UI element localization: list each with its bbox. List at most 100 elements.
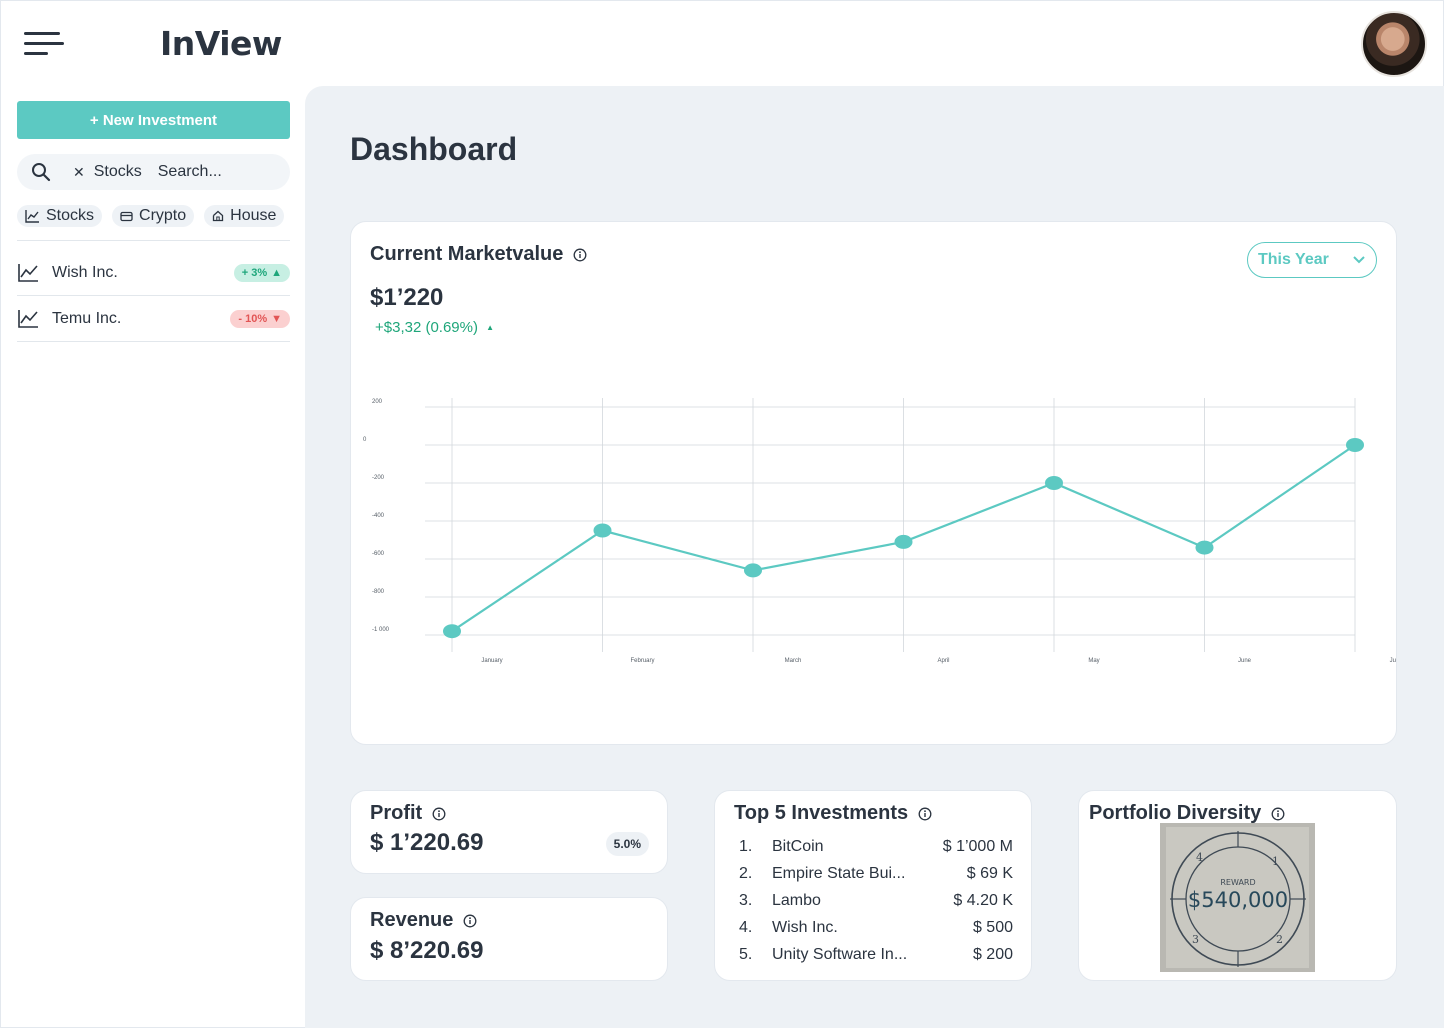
sidebar-item-label: Wish Inc.: [52, 264, 118, 281]
x-tick-label: May: [1088, 658, 1099, 664]
y-tick-label: -800: [372, 589, 385, 595]
investment-name: Wish Inc.: [772, 918, 838, 936]
marker-2: 2: [1276, 933, 1283, 946]
chart-line-icon: [18, 310, 38, 328]
badge-text: + 3%: [241, 267, 268, 279]
sidebar-item-wish[interactable]: Wish Inc. + 3% ▲: [17, 250, 290, 296]
trend-badge: - 10% ▼: [230, 310, 290, 328]
filter-label: Stocks: [46, 207, 95, 224]
card-title: Revenue: [370, 909, 454, 931]
filter-house[interactable]: House: [204, 205, 285, 227]
investment-amount: $ 4.20 K: [953, 891, 1013, 909]
revenue-card: Revenue $ 8’220.69: [350, 897, 668, 981]
rank: 4.: [739, 918, 753, 936]
remove-chip-icon[interactable]: ✕: [73, 164, 85, 181]
list-item[interactable]: 2. Empire State Bui... $ 69 K: [739, 860, 1013, 887]
investment-amount: $ 500: [972, 918, 1013, 936]
card-icon: [120, 211, 133, 221]
investment-name: Empire State Bui...: [772, 864, 906, 882]
card-title: Profit: [370, 802, 423, 824]
search-chip-label: Stocks: [93, 163, 142, 180]
info-icon[interactable]: [463, 914, 477, 928]
top-investments-list: 1. BitCoin $ 1’000 M 2. Empire State Bui…: [739, 833, 1013, 968]
market-chart: 200 0 -200 -400 -600 -800 -1 000 January Februar…: [363, 398, 1396, 664]
x-tick-label: January: [481, 658, 502, 664]
filter-chips: Stocks Crypto House: [17, 205, 285, 227]
marker-3: 3: [1192, 933, 1199, 946]
x-tick-label: February: [630, 658, 654, 664]
investment-name: Lambo: [772, 891, 821, 909]
data-point: [593, 523, 612, 538]
house-icon: [212, 210, 224, 222]
x-tick-label: March: [785, 658, 802, 664]
divider: [17, 341, 290, 342]
y-tick-label: -600: [372, 551, 385, 557]
reward-image: 4 1 3 2 REWARD $540,000: [1160, 823, 1315, 972]
search-bar[interactable]: ✕ Stocks: [17, 154, 290, 190]
search-input[interactable]: [157, 163, 268, 181]
x-tick-label: June: [1238, 658, 1252, 664]
caret-up-icon: ▲: [271, 267, 282, 279]
data-point: [443, 624, 461, 639]
revenue-value: $ 8’220.69: [370, 937, 484, 964]
investment-name: Unity Software In...: [772, 945, 908, 963]
y-tick-label: -1 000: [372, 627, 390, 633]
marker-1: 1: [1272, 855, 1279, 868]
profit-percent-badge: 5.0%: [605, 832, 649, 856]
app-logo: InView: [160, 24, 282, 63]
list-item[interactable]: 5. Unity Software In... $ 200: [739, 941, 1013, 968]
investment-amount: $ 200: [972, 945, 1013, 963]
y-tick-label: 200: [372, 399, 383, 405]
x-tick-label: July: [1390, 658, 1396, 664]
page-title: Dashboard: [350, 131, 518, 167]
investment-amount: $ 1’000 M: [942, 837, 1013, 855]
menu-icon[interactable]: [24, 30, 64, 58]
info-icon[interactable]: [918, 807, 932, 821]
divider: [17, 240, 290, 241]
reward-amount: $540,000: [1188, 888, 1288, 912]
data-point: [744, 563, 762, 578]
y-tick-label: -200: [372, 475, 385, 481]
list-item[interactable]: 4. Wish Inc. $ 500: [739, 914, 1013, 941]
sidebar-item-label: Temu Inc.: [52, 310, 122, 327]
top-investments-card: Top 5 Investments 1. BitCoin $ 1’000 M 2…: [714, 790, 1032, 981]
sidebar-item-temu[interactable]: Temu Inc. - 10% ▼: [17, 296, 290, 342]
rank: 3.: [739, 891, 753, 909]
investment-amount: $ 69 K: [966, 864, 1013, 882]
avatar[interactable]: [1361, 11, 1427, 77]
trend-badge: + 3% ▲: [233, 264, 290, 282]
new-investment-button[interactable]: + New Investment: [17, 101, 290, 139]
card-title: Top 5 Investments: [734, 802, 909, 824]
data-point: [1346, 438, 1364, 452]
y-tick-label: -400: [372, 513, 385, 519]
caret-down-icon: ▼: [271, 313, 282, 325]
portfolio-diversity-card: Portfolio Diversity 4 1 3 2 REWARD $540,…: [1078, 790, 1397, 981]
search-icon: [32, 163, 51, 182]
filter-crypto[interactable]: Crypto: [112, 205, 195, 227]
reward-label: REWARD: [1220, 878, 1255, 887]
badge-text: - 10%: [238, 313, 268, 325]
card-title: Portfolio Diversity: [1089, 802, 1262, 824]
y-tick-label: 0: [363, 437, 367, 443]
data-point: [1195, 540, 1214, 555]
filter-stocks[interactable]: Stocks: [17, 205, 103, 227]
rank: 1.: [739, 837, 753, 855]
marker-4: 4: [1196, 851, 1203, 864]
rank: 2.: [739, 864, 753, 882]
info-icon[interactable]: [1271, 807, 1285, 821]
investment-name: BitCoin: [772, 837, 824, 855]
x-tick-label: April: [937, 658, 949, 664]
profit-card: Profit $ 1’220.69 5.0%: [350, 790, 668, 874]
profit-value: $ 1’220.69: [370, 829, 484, 856]
list-item[interactable]: 3. Lambo $ 4.20 K: [739, 887, 1013, 914]
data-point: [894, 534, 913, 549]
market-value-card: Current Marketvalue $1’220 +$3,32 (0.69%…: [350, 221, 1397, 745]
info-icon[interactable]: [432, 807, 446, 821]
filter-label: Crypto: [139, 207, 187, 224]
filter-label: House: [230, 207, 277, 224]
chart-line-icon: [18, 264, 38, 282]
data-point: [1045, 476, 1063, 490]
list-item[interactable]: 1. BitCoin $ 1’000 M: [739, 833, 1013, 860]
chart-line-icon: [25, 209, 39, 223]
rank: 5.: [739, 945, 753, 963]
